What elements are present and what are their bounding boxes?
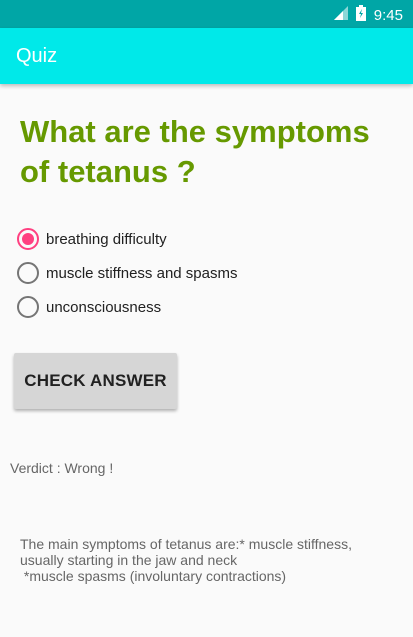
verdict-text: Verdict : Wrong ! (10, 460, 114, 476)
option-breathing-difficulty[interactable]: breathing difficulty (15, 222, 395, 256)
option-label[interactable]: unconsciousness (46, 299, 161, 316)
status-icons: 9:45 (333, 5, 403, 25)
option-label[interactable]: muscle stiffness and spasms (46, 265, 237, 282)
app-title: Quiz (16, 45, 58, 67)
answer-options: breathing difficulty muscle stiffness an… (15, 222, 395, 324)
option-label[interactable]: breathing difficulty (46, 231, 167, 248)
radio-button[interactable] (17, 262, 39, 284)
question-text: What are the symptoms of tetanus ? (20, 114, 370, 189)
option-muscle-stiffness[interactable]: muscle stiffness and spasms (15, 256, 395, 290)
radio-button-checked[interactable] (17, 228, 39, 250)
status-bar: 9:45 (0, 0, 413, 28)
check-answer-button[interactable]: CHECK ANSWER (14, 353, 177, 409)
quiz-screen: 9:45 Quiz What are the symptoms of tetan… (0, 0, 413, 637)
battery-icon (355, 5, 366, 25)
explanation-text: The main symptoms of tetanus are:* muscl… (20, 536, 352, 584)
signal-icon (333, 6, 348, 24)
app-bar: Quiz (0, 28, 413, 84)
status-time: 9:45 (373, 6, 403, 24)
radio-dot (22, 233, 34, 245)
radio-button[interactable] (17, 296, 39, 318)
option-unconsciousness[interactable]: unconsciousness (15, 290, 395, 324)
